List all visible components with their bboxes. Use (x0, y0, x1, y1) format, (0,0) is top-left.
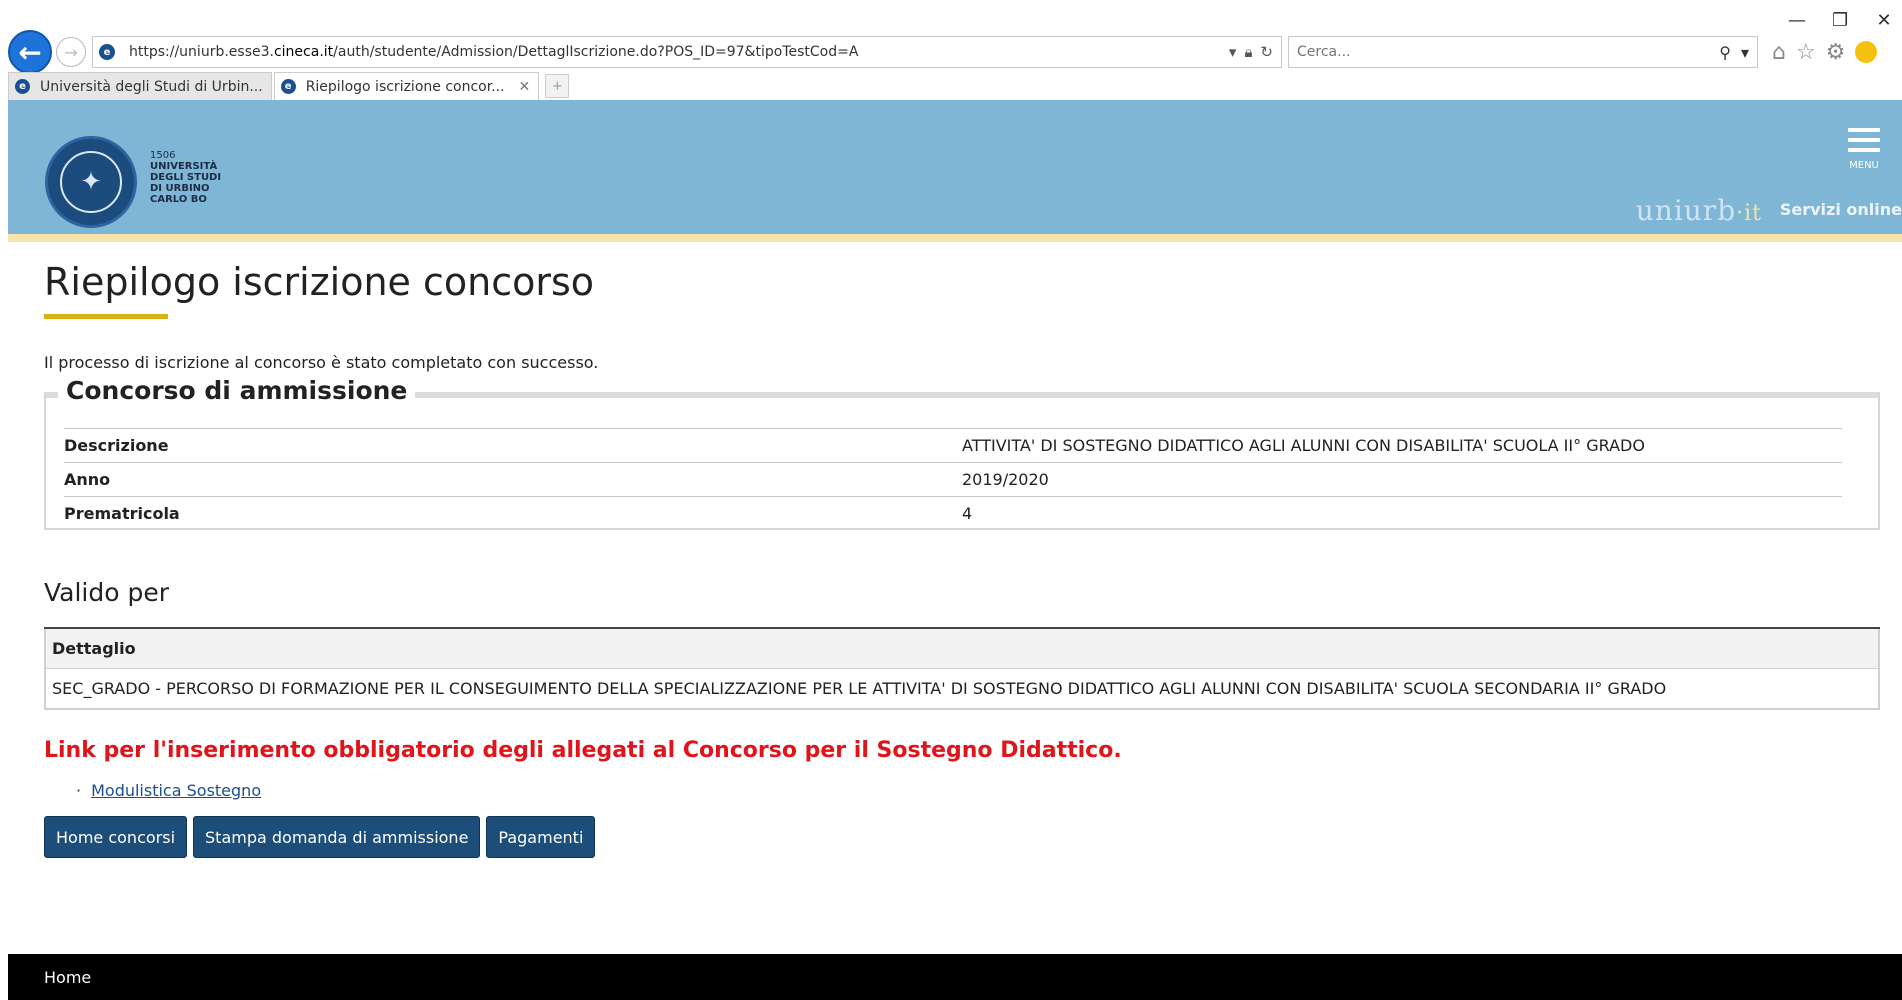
column-header-dettaglio: Dettaglio (45, 627, 1879, 669)
seal-emblem-icon: ✦ (60, 151, 122, 213)
refresh-icon[interactable]: ↻ (1260, 43, 1273, 61)
pagamenti-button[interactable]: Pagamenti (486, 816, 596, 858)
table-row: SEC_GRADO - PERCORSO DI FORMAZIONE PER I… (45, 669, 1879, 710)
brand-tld: ·it (1736, 201, 1762, 226)
uniurb-brand-link[interactable]: uniurb·it (1636, 194, 1762, 227)
row-key: Descrizione (64, 436, 169, 455)
valido-per-heading: Valido per (44, 578, 170, 607)
search-dropdown-icon[interactable]: ▾ (1741, 43, 1749, 62)
close-window-icon[interactable]: ✕ (1876, 10, 1892, 31)
page-title: Riepilogo iscrizione concorso (44, 260, 595, 304)
back-button[interactable]: ← (8, 30, 52, 74)
search-box[interactable]: ⚲ ▾ (1288, 36, 1758, 68)
row-key: Prematricola (64, 504, 180, 524)
success-message: Il processo di iscrizione al concorso è … (44, 353, 599, 372)
dropdown-arrow-icon[interactable]: ▾ (1229, 43, 1237, 61)
row-value: ATTIVITA' DI SOSTEGNO DIDATTICO AGLI ALU… (962, 436, 1645, 455)
stampa-domanda-button[interactable]: Stampa domanda di ammissione (193, 816, 481, 858)
brand-text: uniurb (1635, 194, 1737, 227)
hamburger-icon (1848, 138, 1880, 142)
address-bar-row: ← → e https://uniurb.esse3.cineca.it/aut… (8, 30, 1902, 74)
table-header-row: Dettaglio (45, 627, 1879, 669)
main-content: Riepilogo iscrizione concorso Il process… (44, 240, 1880, 858)
minimize-icon[interactable]: — (1788, 10, 1806, 31)
url-text[interactable]: https://uniurb.esse3.cineca.it/auth/stud… (129, 44, 1229, 60)
tab-label: Università degli Studi di Urbin... (40, 78, 263, 95)
row-value: 4 (962, 504, 973, 524)
menu-button[interactable]: MENU (1844, 128, 1884, 171)
university-name-line: CARLO BO (150, 194, 207, 205)
search-tools: ⚲ ▾ (1719, 43, 1757, 62)
menu-label: MENU (1849, 160, 1879, 171)
university-name-line: DI URBINO (150, 183, 210, 194)
new-tab-button[interactable]: + (545, 74, 570, 98)
address-bar[interactable]: e https://uniurb.esse3.cineca.it/auth/st… (92, 36, 1282, 68)
settings-gear-icon[interactable]: ⚙ (1826, 40, 1846, 65)
tab-universita[interactable]: e Università degli Studi di Urbin... (8, 72, 272, 100)
search-input[interactable] (1297, 44, 1720, 60)
feedback-smiley-icon[interactable] (1855, 41, 1878, 63)
table-row: Descrizione ATTIVITA' DI SOSTEGNO DIDATT… (64, 428, 1842, 463)
action-buttons: Home concorsi Stampa domanda di ammissio… (44, 816, 1880, 858)
lock-icon[interactable]: 🔒︎ (1244, 43, 1252, 61)
tab-riepilogo[interactable]: e Riepilogo iscrizione concor... ✕ (273, 72, 540, 100)
table-row: Prematricola 4 (64, 496, 1842, 531)
footer-bar: Home (8, 954, 1902, 1000)
site-header: ✦ 1506 UNIVERSITÀ DEGLI STUDI DI URBINO … (8, 100, 1902, 242)
search-icon[interactable]: ⚲ (1719, 43, 1731, 62)
forward-button[interactable]: → (56, 37, 86, 67)
maximize-icon[interactable]: ❐ (1832, 10, 1848, 31)
dettaglio-cell: SEC_GRADO - PERCORSO DI FORMAZIONE PER I… (52, 679, 1667, 698)
row-value: 2019/2020 (962, 470, 1049, 489)
university-seal-logo[interactable]: ✦ (45, 136, 137, 228)
home-concorsi-button[interactable]: Home concorsi (44, 816, 188, 858)
concorso-details-table: Descrizione ATTIVITA' DI SOSTEGNO DIDATT… (64, 428, 1842, 531)
address-tools: ▾ 🔒︎ ↻ (1229, 43, 1281, 61)
university-name-line: UNIVERSITÀ (150, 161, 218, 172)
list-item: Modulistica Sostegno (76, 781, 1880, 800)
allegati-link-list: Modulistica Sostegno (76, 781, 1880, 800)
fieldset-legend: Concorso di ammissione (58, 376, 416, 405)
tab-strip: e Università degli Studi di Urbin... e R… (8, 72, 570, 100)
home-icon[interactable]: ⌂ (1772, 40, 1786, 65)
title-underline (44, 314, 168, 319)
founding-year: 1506 (150, 150, 176, 161)
site-favicon-icon: e (15, 79, 30, 94)
servizi-online-link[interactable]: Servizi online (1780, 200, 1902, 219)
table-row: Anno 2019/2020 (64, 462, 1842, 497)
hamburger-icon (1848, 148, 1880, 152)
row-key: Anno (64, 470, 111, 489)
footer-home-link[interactable]: Home (44, 968, 91, 987)
allegati-notice: Link per l'inserimento obbligatorio degl… (44, 738, 1122, 763)
university-name[interactable]: 1506 UNIVERSITÀ DEGLI STUDI DI URBINO CA… (150, 150, 221, 205)
valido-per-table: Dettaglio SEC_GRADO - PERCORSO DI FORMAZ… (44, 627, 1880, 710)
university-name-line: DEGLI STUDI (150, 172, 222, 183)
tab-label: Riepilogo iscrizione concor... (305, 78, 505, 95)
site-favicon-icon: e (280, 79, 296, 94)
concorso-fieldset: Concorso di ammissione Descrizione ATTIV… (44, 376, 1880, 531)
site-info-icon[interactable]: e (99, 44, 115, 60)
tab-close-icon[interactable]: ✕ (519, 79, 531, 95)
browser-toolbar: ⌂ ☆ ⚙ (1772, 40, 1878, 65)
favorites-star-icon[interactable]: ☆ (1796, 40, 1816, 65)
hamburger-icon (1848, 128, 1880, 132)
modulistica-sostegno-link[interactable]: Modulistica Sostegno (91, 781, 261, 800)
